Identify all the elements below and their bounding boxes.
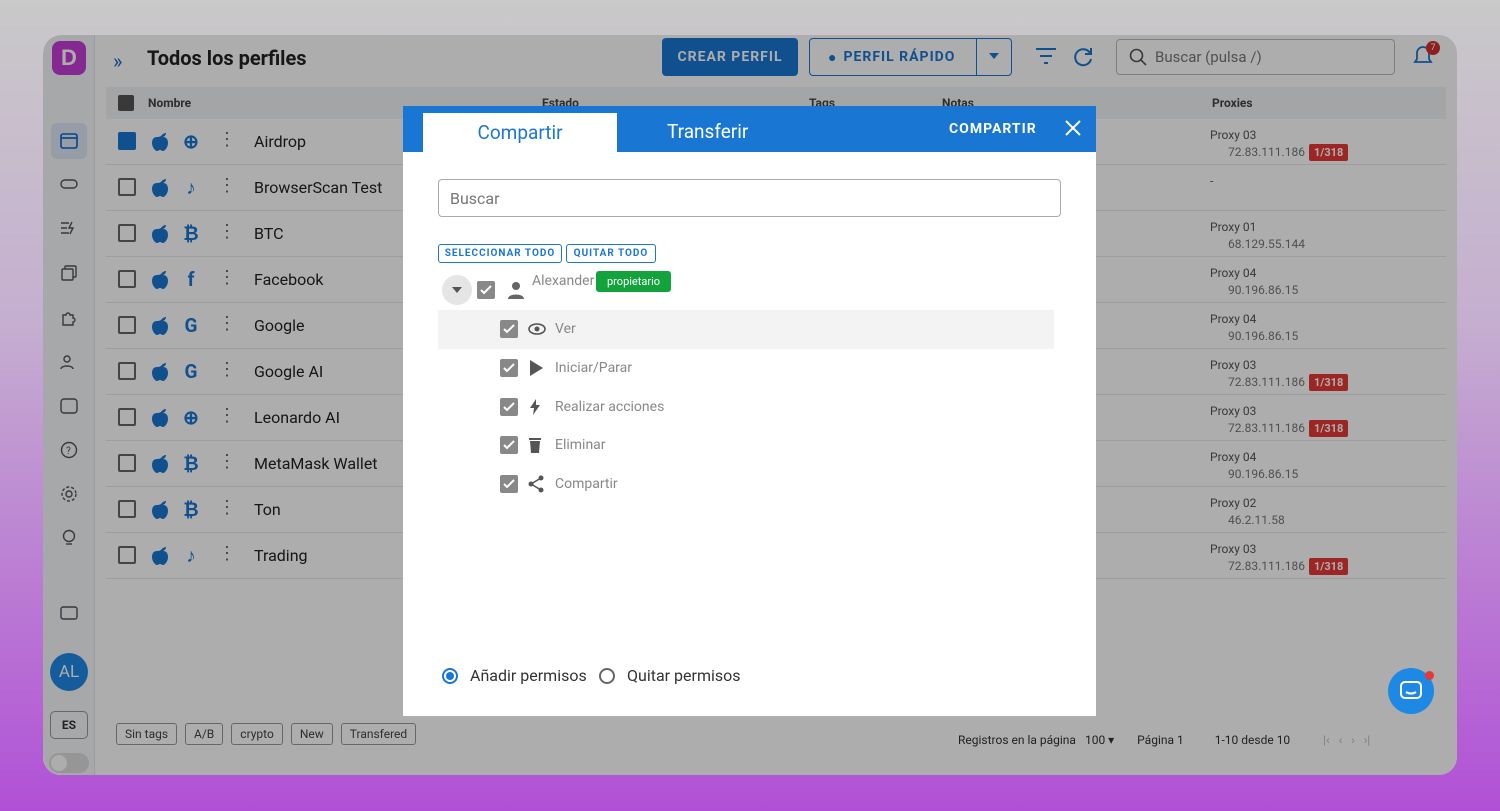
permission-view[interactable]: Ver bbox=[438, 310, 1054, 349]
radio-unselected[interactable] bbox=[599, 667, 615, 684]
permission-checkbox[interactable] bbox=[500, 359, 518, 377]
permission-label: Eliminar bbox=[555, 437, 606, 453]
permission-actions[interactable]: Realizar acciones bbox=[438, 388, 1054, 427]
permission-start-stop[interactable]: Iniciar/Parar bbox=[438, 349, 1054, 388]
permission-checkbox[interactable] bbox=[500, 320, 518, 338]
user-search-input[interactable]: Buscar bbox=[438, 179, 1061, 217]
caret-down-icon bbox=[452, 287, 462, 293]
trash-icon bbox=[529, 438, 541, 453]
remove-all-button[interactable]: QUITAR TODO bbox=[566, 244, 656, 263]
remove-permissions-radio[interactable]: Quitar permisos bbox=[599, 666, 741, 685]
close-icon[interactable] bbox=[1064, 119, 1082, 137]
dialog-header: Compartir Transferir COMPARTIR bbox=[403, 106, 1096, 152]
add-permissions-radio[interactable]: Añadir permisos bbox=[442, 666, 587, 685]
play-icon bbox=[530, 360, 543, 376]
permission-label: Ver bbox=[555, 321, 576, 337]
permission-checkbox[interactable] bbox=[500, 475, 518, 493]
tab-transfer[interactable]: Transferir bbox=[667, 120, 748, 143]
eye-icon bbox=[528, 323, 546, 335]
share-action-button[interactable]: COMPARTIR bbox=[949, 121, 1037, 137]
permission-label: Iniciar/Parar bbox=[555, 360, 633, 376]
chat-unread-dot bbox=[1425, 671, 1434, 680]
modal-overlay: Compartir Transferir COMPARTIR Buscar SE… bbox=[0, 0, 1500, 811]
radio-selected[interactable] bbox=[442, 667, 458, 684]
share-icon bbox=[528, 475, 544, 493]
select-all-button[interactable]: SELECCIONAR TODO bbox=[438, 244, 562, 263]
permission-label: Realizar acciones bbox=[555, 399, 665, 415]
permission-delete[interactable]: Eliminar bbox=[438, 426, 1054, 465]
user-name: Alexander bbox=[532, 273, 595, 289]
permission-label: Compartir bbox=[555, 476, 618, 492]
permission-checkbox[interactable] bbox=[500, 436, 518, 454]
user-checkbox[interactable] bbox=[477, 281, 495, 299]
share-dialog: Compartir Transferir COMPARTIR Buscar SE… bbox=[403, 106, 1096, 716]
owner-badge: propietario bbox=[596, 271, 672, 292]
radio-label: Quitar permisos bbox=[627, 666, 741, 685]
user-row: Alexander propietario bbox=[438, 271, 1058, 309]
radio-label: Añadir permisos bbox=[470, 666, 587, 685]
tab-share[interactable]: Compartir bbox=[423, 113, 617, 152]
expand-user-button[interactable] bbox=[442, 275, 472, 305]
lightning-icon bbox=[530, 399, 540, 415]
permission-checkbox[interactable] bbox=[500, 398, 518, 416]
chat-icon bbox=[1400, 681, 1422, 699]
person-icon bbox=[508, 282, 524, 299]
permission-share[interactable]: Compartir bbox=[438, 465, 1054, 504]
